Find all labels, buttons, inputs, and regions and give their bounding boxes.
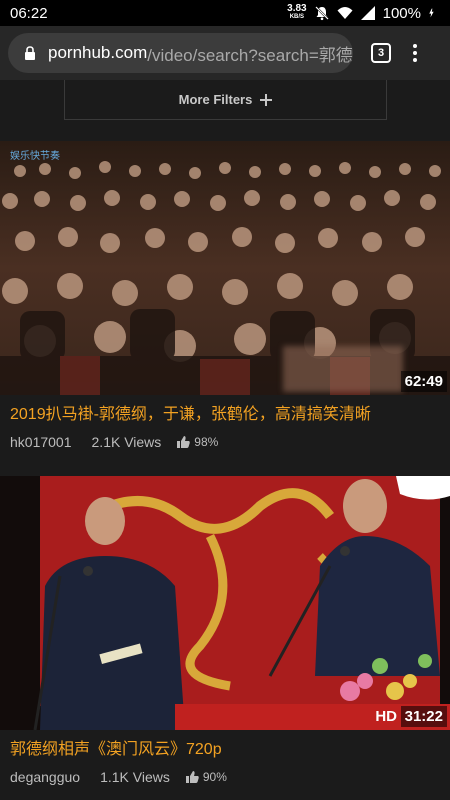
- battery-percentage: 100%: [382, 4, 421, 22]
- wifi-icon: [337, 7, 353, 19]
- video-uploader[interactable]: degangguo: [10, 769, 80, 785]
- plus-icon: [260, 93, 273, 106]
- network-speed: 3.83 KB/S: [287, 3, 307, 21]
- browser-toolbar: pornhub.com/video/search?search=郭德 3: [0, 26, 450, 80]
- lock-icon: [24, 45, 36, 61]
- thumbs-up-icon: [185, 771, 199, 783]
- url-path: /video/search?search=郭德: [147, 45, 353, 65]
- thumbs-up-icon: [177, 436, 191, 448]
- video-card[interactable]: 娱乐快节奏 62:49 2019扒马褂-郭德纲，于谦，张鹤伦，高清搞笑清晰 hk…: [0, 141, 450, 450]
- more-filters-label: More Filters: [178, 92, 253, 107]
- mute-bell-icon: [314, 6, 329, 21]
- status-icons: 3.83 KB/S 100%: [287, 3, 438, 22]
- battery-charging-icon: [429, 8, 434, 18]
- video-rating-value: 98%: [194, 435, 219, 449]
- network-speed-value: 3.83: [287, 3, 307, 14]
- video-card[interactable]: HD 31:22 郭德纲相声《澳门风云》720p degangguo 1.1K …: [0, 476, 450, 785]
- url-host: pornhub.com: [48, 43, 148, 62]
- video-meta: degangguo 1.1K Views 90%: [0, 761, 450, 785]
- video-thumbnail[interactable]: HD 31:22: [0, 476, 450, 730]
- video-duration: 31:22: [400, 706, 447, 727]
- address-bar[interactable]: pornhub.com/video/search?search=郭德: [8, 33, 353, 73]
- thumbnail-blur-overlay: [283, 346, 403, 392]
- video-rating: 90%: [185, 770, 227, 784]
- stage-thumbnail-image: [0, 476, 450, 730]
- menu-dot: [413, 51, 417, 55]
- video-duration: 62:49: [400, 371, 447, 392]
- video-meta: hk017001 2.1K Views 98%: [0, 426, 450, 450]
- thumbnail-watermark: 娱乐快节奏: [10, 151, 60, 162]
- menu-dot: [413, 44, 417, 48]
- video-rating-value: 90%: [202, 770, 227, 784]
- network-speed-unit: KB/S: [289, 14, 305, 20]
- overflow-menu-button[interactable]: [413, 44, 417, 62]
- more-filters-button[interactable]: More Filters: [64, 80, 387, 120]
- video-title[interactable]: 郭德纲相声《澳门风云》720p: [0, 730, 450, 761]
- status-bar: 06:22 3.83 KB/S 100%: [0, 0, 450, 26]
- menu-dot: [413, 58, 417, 62]
- hd-badge: HD: [375, 708, 397, 725]
- video-views: 2.1K Views: [91, 434, 162, 450]
- status-time: 06:22: [10, 4, 48, 22]
- video-uploader[interactable]: hk017001: [10, 434, 72, 450]
- signal-icon: [360, 6, 375, 20]
- video-views: 1.1K Views: [100, 769, 170, 785]
- tab-switcher-button[interactable]: 3: [371, 43, 391, 63]
- video-rating: 98%: [177, 435, 218, 449]
- video-title[interactable]: 2019扒马褂-郭德纲，于谦，张鹤伦，高清搞笑清晰: [0, 395, 450, 426]
- video-thumbnail[interactable]: 娱乐快节奏 62:49: [0, 141, 450, 395]
